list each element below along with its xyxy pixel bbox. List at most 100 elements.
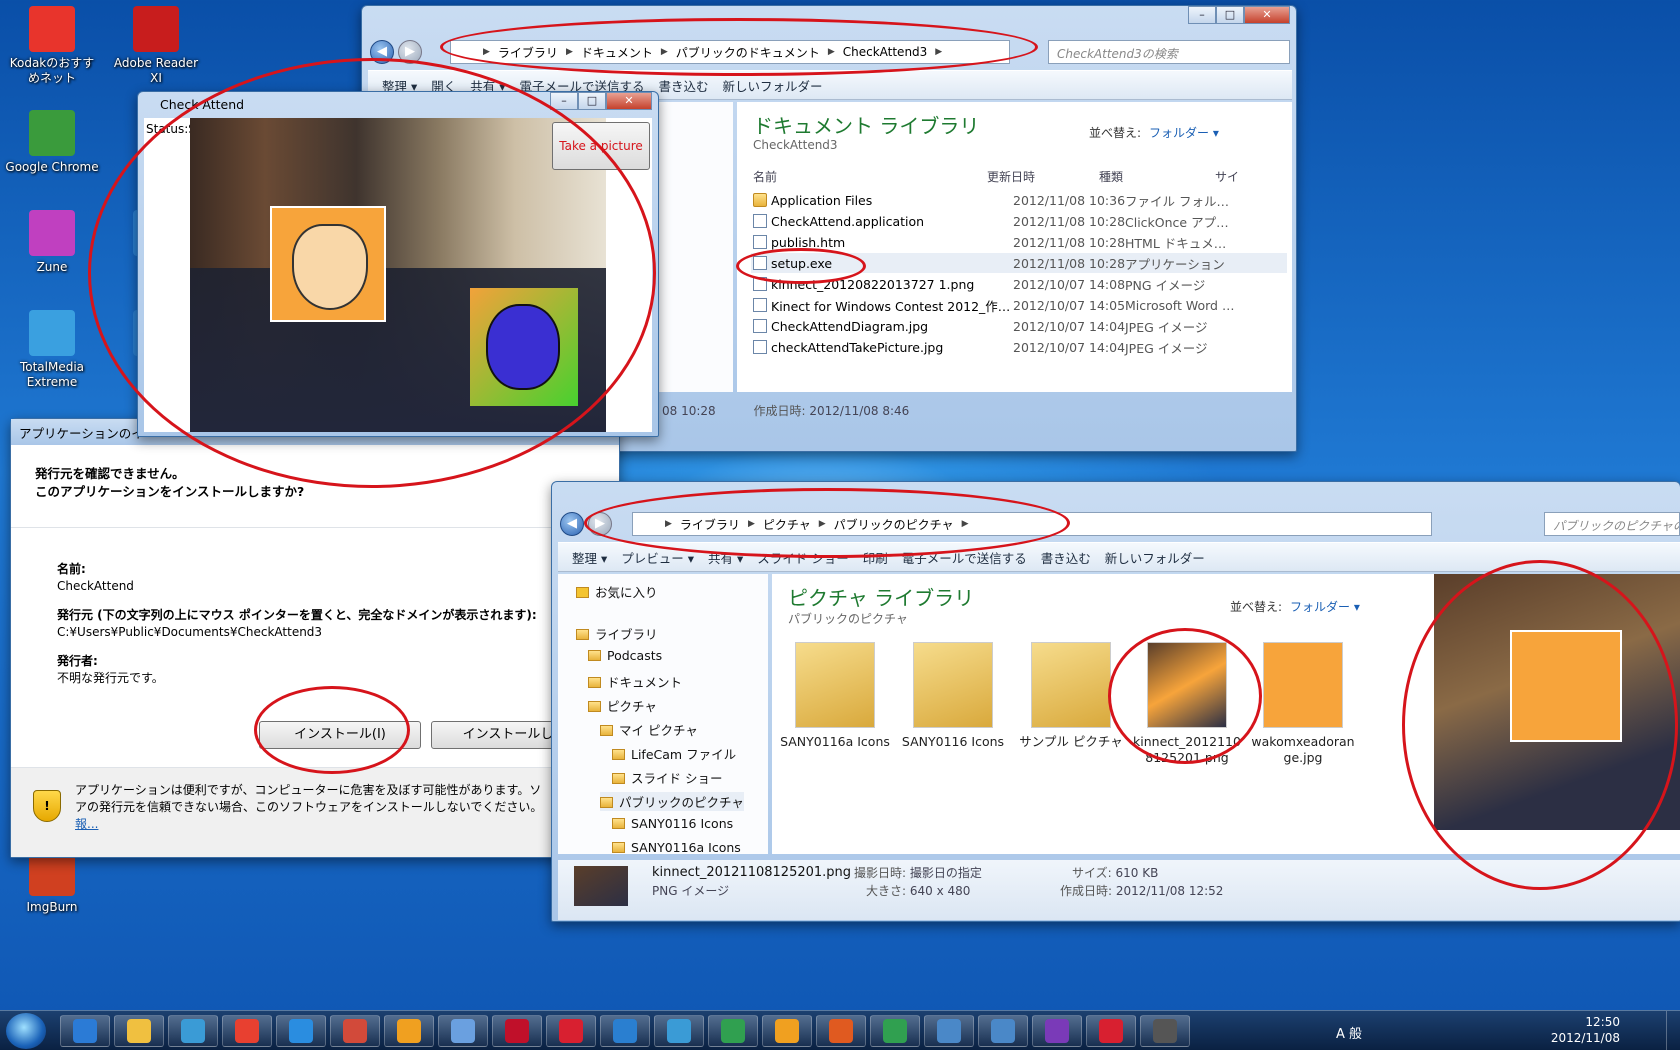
breadcrumb-item[interactable]: パブリックのドキュメント — [676, 44, 820, 61]
toolbar-item[interactable]: 電子メールで送信する — [902, 548, 1027, 567]
file-row[interactable]: checkAttendTakePicture.jpg 2012/10/07 14:… — [751, 337, 1287, 357]
thumbnail-item[interactable]: kinnect_20121108125201.png — [1132, 642, 1242, 767]
taskbar-app-button[interactable] — [168, 1015, 218, 1047]
toolbar-item[interactable]: 整理 ▾ — [572, 548, 607, 567]
desktop-icon[interactable]: TotalMedia Extreme — [4, 310, 100, 390]
taskbar-app-button[interactable] — [60, 1015, 110, 1047]
take-picture-button[interactable]: Take a picture — [552, 122, 650, 170]
address-bar[interactable]: ▶ ライブラリ ▶ ドキュメント ▶ パブリックのドキュメント ▶ CheckAttend3 ▶ — [450, 40, 1010, 64]
explorer-pictures-window[interactable]: ◀ ▶ ▶ ライブラリ ▶ ピクチャ ▶ パブリックのピクチャ ▶ パブリックのピクチャの … — [551, 481, 1680, 922]
file-row[interactable]: Kinect for Windows Contest 2012_作… 2012/1… — [751, 295, 1287, 315]
taskbar-app-button[interactable] — [870, 1015, 920, 1047]
taskbar-app-button[interactable] — [492, 1015, 542, 1047]
file-row[interactable]: kinnect_20120822013727 1.png 2012/10/07 1… — [751, 274, 1287, 294]
file-row[interactable]: CheckAttend.application 2012/11/08 10:28 C… — [751, 211, 1287, 231]
tree-item[interactable]: ドキュメント — [588, 672, 682, 691]
ime-indicator[interactable]: A 般 — [1336, 1023, 1362, 1042]
tree-item[interactable]: SANY0116a Icons — [612, 840, 741, 854]
start-button[interactable] — [6, 1013, 46, 1049]
desktop-icon[interactable]: Google Chrome — [4, 110, 100, 175]
tree-item[interactable]: お気に入り — [576, 582, 658, 601]
taskbar-app-button[interactable] — [114, 1015, 164, 1047]
search-input[interactable]: パブリックのピクチャの — [1544, 512, 1680, 536]
breadcrumb-item[interactable]: ライブラリ — [680, 516, 740, 533]
taskbar-app-button[interactable] — [384, 1015, 434, 1047]
address-bar[interactable]: ▶ ライブラリ ▶ ピクチャ ▶ パブリックのピクチャ ▶ — [632, 512, 1432, 536]
toolbar-item[interactable]: 新しいフォルダー — [1105, 548, 1205, 567]
install-button[interactable]: インストール(I) — [259, 721, 421, 749]
search-input[interactable]: CheckAttend3の検索 — [1048, 40, 1290, 64]
taskbar-app-button[interactable] — [708, 1015, 758, 1047]
details-pane: kinnect_20121108125201.png PNG イメージ 撮影日時… — [558, 860, 1680, 920]
breadcrumb-item[interactable]: ピクチャ — [763, 516, 811, 533]
breadcrumb-item[interactable]: パブリックのピクチャ — [834, 516, 954, 533]
breadcrumb-item[interactable]: CheckAttend3 — [843, 45, 928, 59]
taskbar-app-button[interactable] — [600, 1015, 650, 1047]
taskbar-app-button[interactable] — [654, 1015, 704, 1047]
arrange-by[interactable]: 並べ替え: フォルダー ▾ — [1230, 598, 1360, 615]
toolbar-item[interactable]: プレビュー ▾ — [621, 548, 694, 567]
clock[interactable]: 12:50 2012/11/08 — [1551, 1014, 1620, 1046]
taskbar-app-button[interactable] — [924, 1015, 974, 1047]
close-button[interactable]: ✕ — [606, 92, 652, 110]
toolbar-item[interactable]: 書き込む — [659, 76, 709, 95]
taskbar-app-button[interactable] — [762, 1015, 812, 1047]
file-row[interactable]: publish.htm 2012/11/08 10:28 HTML ドキュメ… — [751, 232, 1287, 252]
breadcrumb-item[interactable]: ライブラリ — [498, 44, 558, 61]
breadcrumb-item[interactable]: ドキュメント — [581, 44, 653, 61]
file-row[interactable]: CheckAttendDiagram.jpg 2012/10/07 14:04 JP… — [751, 316, 1287, 336]
taskbar-app-button[interactable] — [1032, 1015, 1082, 1047]
arrange-by[interactable]: 並べ替え: フォルダー ▾ — [1089, 124, 1219, 141]
toolbar-item[interactable]: 書き込む — [1041, 548, 1091, 567]
minimize-button[interactable]: – — [550, 92, 578, 110]
column-header[interactable]: 種類 — [1099, 168, 1123, 185]
file-list-pane: ドキュメント ライブラリ CheckAttend3 並べ替え: フォルダー ▾ 名… — [737, 102, 1292, 392]
taskbar-app-button[interactable] — [276, 1015, 326, 1047]
desktop-icon[interactable]: Kodakのおすすめネット — [4, 6, 100, 86]
checkattend-window[interactable]: Check Attend – □ ✕ Status:S Take a pictu… — [137, 91, 659, 437]
taskbar-app-button[interactable] — [1140, 1015, 1190, 1047]
thumbnail-item[interactable]: SANY0116a Icons — [780, 642, 890, 750]
taskbar-app-button[interactable] — [546, 1015, 596, 1047]
back-button[interactable]: ◀ — [560, 512, 584, 536]
minimize-button[interactable]: – — [1188, 6, 1216, 24]
thumbnail-item[interactable]: サンプル ピクチャ — [1016, 642, 1126, 750]
install-dialog[interactable]: アプリケーションのイ 発行元を確認できません。 このアプリケーションをインストー… — [10, 418, 620, 858]
toolbar-item[interactable]: 新しいフォルダー — [723, 76, 823, 95]
desktop-icon[interactable]: ImgBurn — [4, 850, 100, 915]
tree-item[interactable]: スライド ショー — [612, 768, 722, 787]
taskbar-app-button[interactable] — [978, 1015, 1028, 1047]
column-header[interactable]: 更新日時 — [987, 168, 1035, 185]
tree-item[interactable]: マイ ピクチャ — [600, 720, 698, 739]
column-header[interactable]: サイ — [1215, 168, 1239, 185]
back-button[interactable]: ◀ — [370, 40, 394, 64]
desktop-icon[interactable]: Zune — [4, 210, 100, 275]
tree-item[interactable]: Podcasts — [588, 648, 662, 663]
taskbar-app-button[interactable] — [816, 1015, 866, 1047]
taskbar-app-button[interactable] — [1086, 1015, 1136, 1047]
taskbar-app-button[interactable] — [222, 1015, 272, 1047]
tree-item[interactable]: LifeCam ファイル — [612, 744, 736, 763]
file-row[interactable]: Application Files 2012/11/08 10:36 ファイル フォ… — [751, 190, 1287, 210]
file-row[interactable]: setup.exe 2012/11/08 10:28 アプリケーション — [751, 253, 1287, 273]
thumbnail-item[interactable]: SANY0116 Icons — [898, 642, 1008, 750]
maximize-button[interactable]: □ — [578, 92, 606, 110]
toolbar-item[interactable]: スライド ショー — [757, 548, 848, 567]
maximize-button[interactable]: □ — [1216, 6, 1244, 24]
tree-item[interactable]: ピクチャ — [588, 696, 657, 715]
taskbar-app-button[interactable] — [438, 1015, 488, 1047]
toolbar-item[interactable]: 印刷 — [863, 548, 888, 567]
forward-button[interactable]: ▶ — [588, 512, 612, 536]
show-desktop-button[interactable] — [1666, 1011, 1680, 1050]
warning-link[interactable]: 報... — [75, 816, 542, 833]
tree-item[interactable]: パブリックのピクチャ — [600, 792, 744, 811]
column-header[interactable]: 名前 — [753, 168, 777, 185]
tree-item[interactable]: ライブラリ — [576, 624, 658, 643]
toolbar-item[interactable]: 共有 ▾ — [708, 548, 743, 567]
close-button[interactable]: ✕ — [1244, 6, 1290, 24]
forward-button[interactable]: ▶ — [398, 40, 422, 64]
desktop-icon[interactable]: Adobe Reader XI — [108, 6, 204, 86]
thumbnail-item[interactable]: wakomxeadorange.jpg — [1248, 642, 1358, 767]
tree-item[interactable]: SANY0116 Icons — [612, 816, 733, 831]
taskbar-app-button[interactable] — [330, 1015, 380, 1047]
